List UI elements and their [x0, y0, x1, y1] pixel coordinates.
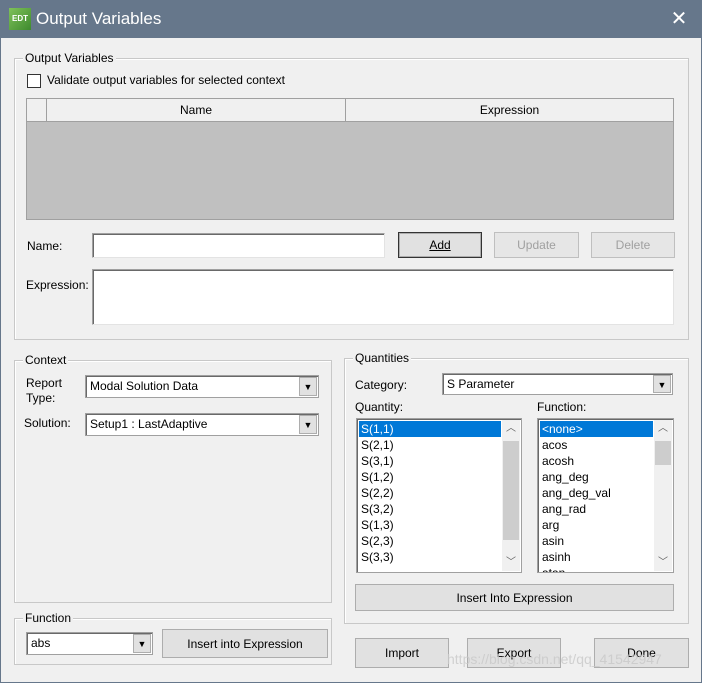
app-logo-icon: EDT [9, 8, 31, 30]
title-bar: EDT Output Variables ✕ [0, 0, 702, 38]
function-insert-label: Insert into Expression [187, 636, 303, 651]
category-select[interactable]: S Parameter ▼ [442, 373, 673, 395]
category-label: Category: [355, 378, 408, 392]
chevron-up-icon[interactable]: ︿ [654, 420, 672, 437]
function-list-label: Function: [537, 400, 587, 414]
list-item[interactable]: S(2,1) [359, 437, 501, 453]
chevron-down-icon[interactable]: ▼ [299, 415, 317, 434]
solution-select[interactable]: Setup1 : LastAdaptive ▼ [85, 413, 319, 436]
group-label: Context [23, 353, 69, 367]
list-item[interactable]: S(3,3) [359, 549, 501, 565]
insert-into-expression-button[interactable]: Insert Into Expression [355, 584, 674, 611]
list-item[interactable]: <none> [540, 421, 653, 437]
quantity-listbox[interactable]: S(1,1) S(2,1) S(3,1) S(1,2) S(2,2) S(3,2) S(1,… [356, 418, 522, 573]
table-header: Name Expression [27, 99, 673, 122]
group-label: Output Variables [23, 51, 116, 65]
list-item[interactable]: S(3,2) [359, 501, 501, 517]
window-title: Output Variables [36, 9, 162, 28]
list-item[interactable]: ang_deg [540, 469, 653, 485]
report-type-value: Modal Solution Data [90, 379, 199, 393]
list-item[interactable]: acos [540, 437, 653, 453]
solution-label: Solution: [24, 416, 71, 430]
scrollbar-thumb[interactable] [655, 441, 671, 465]
category-value: S Parameter [447, 377, 515, 391]
validate-checkbox[interactable] [27, 74, 41, 88]
function-select[interactable]: abs ▼ [26, 632, 153, 655]
list-item[interactable]: ang_deg_val [540, 485, 653, 501]
group-label: Quantities [353, 351, 412, 365]
expression-textarea[interactable] [92, 269, 674, 325]
close-icon[interactable]: ✕ [664, 5, 694, 33]
quantity-label: Quantity: [355, 400, 404, 414]
chevron-down-icon[interactable]: ▼ [299, 377, 317, 396]
watermark: https://blog.csdn.net/qq_41542947 [447, 651, 662, 667]
list-item[interactable]: S(1,2) [359, 469, 501, 485]
chevron-up-icon[interactable]: ︿ [502, 420, 520, 437]
report-type-select[interactable]: Modal Solution Data ▼ [85, 375, 319, 398]
list-item[interactable]: S(1,3) [359, 517, 501, 533]
list-item[interactable]: asin [540, 533, 653, 549]
list-item[interactable]: asinh [540, 549, 653, 565]
list-item[interactable]: S(3,1) [359, 453, 501, 469]
function-value: abs [31, 636, 51, 650]
chevron-down-icon[interactable]: ▼ [653, 375, 671, 393]
row-header-corner [27, 99, 47, 121]
scrollbar-thumb[interactable] [503, 441, 519, 540]
report-type-label: Report Type: [26, 376, 63, 405]
chevron-down-icon[interactable]: ﹀ [654, 554, 672, 571]
delete-button[interactable]: Delete [591, 232, 675, 258]
delete-label: Delete [615, 238, 651, 252]
function-insert-button[interactable]: Insert into Expression [162, 629, 328, 658]
list-item[interactable]: S(2,3) [359, 533, 501, 549]
update-button[interactable]: Update [494, 232, 579, 258]
name-label: Name: [27, 239, 63, 253]
list-item[interactable]: acosh [540, 453, 653, 469]
update-label: Update [517, 238, 556, 252]
name-input[interactable] [92, 233, 385, 258]
import-label: Import [384, 646, 419, 660]
list-item[interactable]: ang_rad [540, 501, 653, 517]
list-item[interactable]: S(2,2) [359, 485, 501, 501]
insert-into-expression-label: Insert Into Expression [456, 590, 573, 605]
add-label: Add [429, 238, 451, 252]
column-header-expression[interactable]: Expression [346, 99, 673, 121]
function-listbox[interactable]: <none> acos acosh ang_deg ang_deg_val ang_rad… [537, 418, 674, 573]
column-header-name[interactable]: Name [47, 99, 346, 121]
list-item[interactable]: arg [540, 517, 653, 533]
validate-label: Validate output variables for selected c… [47, 73, 285, 87]
scrollbar[interactable]: ︿ ﹀ [502, 420, 520, 571]
list-item[interactable]: S(1,1) [359, 421, 501, 437]
add-button[interactable]: Add [398, 232, 482, 258]
chevron-down-icon[interactable]: ﹀ [502, 554, 520, 571]
solution-value: Setup1 : LastAdaptive [90, 417, 208, 431]
chevron-down-icon[interactable]: ▼ [133, 634, 151, 653]
scrollbar[interactable]: ︿ ﹀ [654, 420, 672, 571]
group-label: Function [23, 611, 74, 625]
variables-table[interactable]: Name Expression [26, 98, 674, 220]
list-item[interactable]: atan [540, 565, 653, 572]
expression-label: Expression: [26, 278, 89, 292]
import-button[interactable]: Import [355, 638, 449, 668]
